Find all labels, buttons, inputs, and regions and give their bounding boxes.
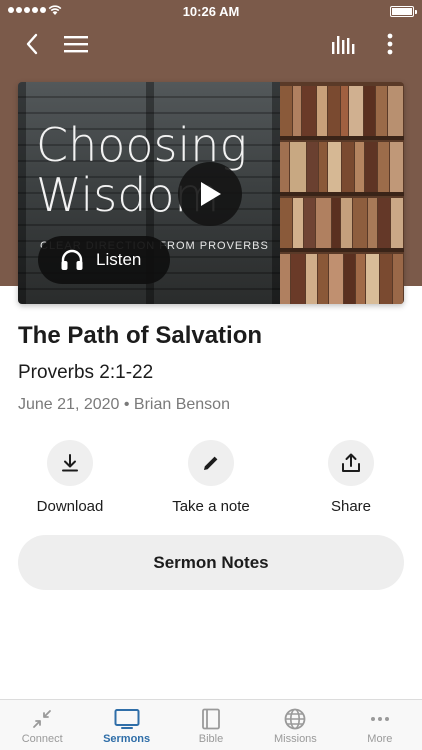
share-label: Share [330,498,372,515]
note-icon-circle [188,440,234,486]
play-button[interactable] [178,162,242,226]
scripture-reference: Proverbs 2:1-22 [18,362,154,383]
download-icon-circle [47,440,93,486]
take-note-button[interactable]: Take a note [156,440,266,515]
tab-missions[interactable]: Missions [253,700,337,750]
artwork-bookshelf-background [280,82,404,304]
share-button[interactable]: Share [296,440,406,515]
pencil-icon [204,456,218,470]
bars-icon [332,36,355,54]
vertical-dots-icon [387,33,393,55]
status-time: 10:26 AM [182,4,240,19]
sermon-date-speaker: June 21, 2020 • Brian Benson [18,396,230,413]
overflow-menu-button[interactable] [370,28,410,60]
tab-more-label: More [367,733,393,745]
listen-button[interactable]: Listen [38,236,170,284]
tab-connect-label: Connect [21,733,63,745]
sermon-title: The Path of Salvation [18,322,263,349]
download-icon [62,454,78,472]
more-icon [370,717,389,721]
tab-sermons[interactable]: Sermons [84,700,168,750]
headphones-icon [61,249,83,270]
tab-bar: Connect Sermons Bible Missions More [0,699,422,750]
audio-levels-button[interactable] [324,28,364,60]
tv-icon [114,709,140,729]
share-icon-circle [328,440,374,486]
tab-sermons-label: Sermons [103,733,151,745]
tab-bible-label: Bible [198,733,224,745]
share-icon [342,453,360,472]
tab-connect[interactable]: Connect [0,700,84,750]
sermon-notes-button[interactable]: Sermon Notes [18,535,404,590]
globe-icon [285,708,306,730]
listen-label: Listen [96,250,142,269]
download-button[interactable]: Download [15,440,125,515]
tab-more[interactable]: More [338,700,422,750]
back-button[interactable] [12,28,52,60]
download-label: Download [36,498,104,515]
hamburger-icon [64,36,88,53]
menu-button[interactable] [56,28,96,60]
tab-missions-label: Missions [274,733,317,745]
tab-bible[interactable]: Bible [169,700,253,750]
play-icon [201,182,221,206]
take-note-label: Take a note [172,498,250,515]
status-bar: 10:26 AM [0,0,422,24]
connect-icon [33,710,52,728]
battery-icon [390,6,417,17]
sermon-artwork: Choosing Wisdom CLEAR DIRECTION FROM PRO… [18,82,404,304]
book-icon [202,708,220,730]
chevron-left-icon [26,33,38,55]
